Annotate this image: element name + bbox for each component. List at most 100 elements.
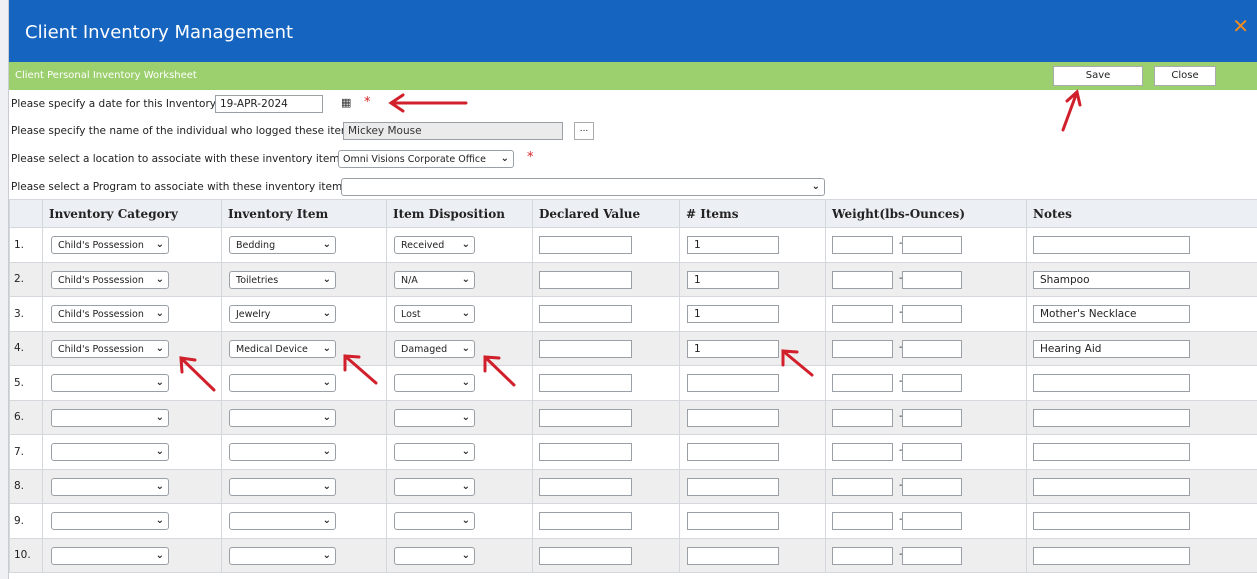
items-count-input[interactable]: [687, 408, 779, 427]
notes-input[interactable]: [1033, 477, 1190, 496]
category-select[interactable]: Child's Possession ⌄: [51, 236, 169, 254]
items-count-input[interactable]: [687, 477, 779, 496]
weight-lbs-input[interactable]: [832, 374, 893, 392]
notes-input[interactable]: Shampoo: [1033, 270, 1190, 289]
weight-ounces-input[interactable]: [902, 270, 962, 289]
item-select[interactable]: ⌄: [229, 443, 336, 461]
disposition-select[interactable]: Received ⌄: [394, 236, 475, 254]
date-field[interactable]: 19-APR-2024: [215, 95, 323, 113]
weight-lbs-input[interactable]: [832, 546, 893, 565]
declared-value-cell: [532, 330, 680, 366]
weight-ounces-input[interactable]: [902, 477, 962, 496]
category-select[interactable]: Child's Possession ⌄: [51, 339, 169, 358]
item-select[interactable]: Medical Device ⌄: [229, 339, 336, 358]
item-select[interactable]: ⌄: [229, 546, 336, 565]
weight-lbs-input[interactable]: [832, 512, 893, 530]
category-select[interactable]: ⌄: [51, 477, 169, 496]
notes-input[interactable]: [1033, 236, 1190, 254]
chevron-down-icon: ⌄: [461, 480, 470, 492]
category-select[interactable]: ⌄: [51, 443, 169, 461]
save-button[interactable]: Save: [1053, 66, 1143, 86]
category-cell: ⌄: [42, 503, 222, 539]
disposition-select[interactable]: Lost ⌄: [394, 305, 475, 323]
disposition-select[interactable]: ⌄: [394, 477, 475, 496]
category-select[interactable]: ⌄: [51, 546, 169, 565]
notes-input[interactable]: Mother's Necklace: [1033, 305, 1190, 323]
category-select[interactable]: ⌄: [51, 408, 169, 427]
weight-lbs-input[interactable]: [832, 236, 893, 254]
header-item: Inventory Item: [221, 199, 387, 228]
category-select[interactable]: Child's Possession ⌄: [51, 270, 169, 289]
weight-ounces-input[interactable]: [902, 374, 962, 392]
notes-input[interactable]: [1033, 443, 1190, 461]
weight-lbs-input[interactable]: [832, 270, 893, 289]
declared-value-input[interactable]: [539, 305, 632, 323]
location-select[interactable]: Omni Visions Corporate Office ⌄: [338, 150, 514, 168]
declared-value-input[interactable]: [539, 236, 632, 254]
disposition-select[interactable]: ⌄: [394, 374, 475, 392]
disposition-select[interactable]: Damaged ⌄: [394, 339, 475, 358]
item-select[interactable]: Bedding ⌄: [229, 236, 336, 254]
declared-value-input[interactable]: [539, 443, 632, 461]
disposition-select[interactable]: N/A ⌄: [394, 270, 475, 289]
weight-ounces-input[interactable]: [902, 236, 962, 254]
close-icon[interactable]: ✕: [1232, 14, 1249, 38]
items-count-cell: 1: [679, 330, 826, 366]
logged-by-field[interactable]: Mickey Mouse: [343, 122, 563, 140]
weight-ounces-input[interactable]: [902, 512, 962, 530]
disposition-select[interactable]: ⌄: [394, 546, 475, 565]
annotation-arrow: [388, 93, 468, 113]
notes-input[interactable]: Hearing Aid: [1033, 339, 1190, 358]
disposition-select[interactable]: ⌄: [394, 408, 475, 427]
item-select[interactable]: Jewelry ⌄: [229, 305, 336, 323]
items-count-input[interactable]: 1: [687, 339, 779, 358]
category-select[interactable]: ⌄: [51, 512, 169, 530]
weight-lbs-input[interactable]: [832, 339, 893, 358]
items-count-input[interactable]: [687, 546, 779, 565]
notes-input[interactable]: [1033, 408, 1190, 427]
declared-value-input[interactable]: [539, 512, 632, 530]
declared-value-input[interactable]: [539, 270, 632, 289]
disposition-select[interactable]: ⌄: [394, 443, 475, 461]
weight-lbs-input[interactable]: [832, 477, 893, 496]
weight-ounces-input[interactable]: [902, 443, 962, 461]
item-select[interactable]: Toiletries ⌄: [229, 270, 336, 289]
items-count-input[interactable]: [687, 374, 779, 392]
declared-value-input[interactable]: [539, 339, 632, 358]
weight-lbs-input[interactable]: [832, 305, 893, 323]
items-count-input[interactable]: 1: [687, 305, 779, 323]
declared-value-input[interactable]: [539, 477, 632, 496]
disposition-cell: ⌄: [386, 434, 533, 470]
close-button[interactable]: Close: [1154, 66, 1216, 86]
declared-value-input[interactable]: [539, 374, 632, 392]
items-count-input[interactable]: [687, 512, 779, 530]
notes-input[interactable]: [1033, 512, 1190, 530]
lookup-button[interactable]: ...: [574, 122, 594, 140]
disposition-select[interactable]: ⌄: [394, 512, 475, 530]
category-value: Child's Possession: [58, 274, 144, 286]
category-cell: ⌄: [42, 434, 222, 470]
declared-value-input[interactable]: [539, 546, 632, 565]
program-select[interactable]: ⌄: [341, 178, 825, 196]
items-count-input[interactable]: 1: [687, 270, 779, 289]
weight-ounces-input[interactable]: [902, 546, 962, 565]
weight-ounces-input[interactable]: [902, 408, 962, 427]
weight-lbs-input[interactable]: [832, 408, 893, 427]
calendar-icon[interactable]: ▦: [341, 96, 351, 109]
declared-value-input[interactable]: [539, 408, 632, 427]
item-select[interactable]: ⌄: [229, 374, 336, 392]
row-number: 2.: [9, 261, 43, 297]
weight-ounces-input[interactable]: [902, 339, 962, 358]
item-select[interactable]: ⌄: [229, 408, 336, 427]
items-count-input[interactable]: [687, 443, 779, 461]
item-cell: ⌄: [221, 399, 387, 435]
weight-lbs-input[interactable]: [832, 443, 893, 461]
item-select[interactable]: ⌄: [229, 512, 336, 530]
category-select[interactable]: Child's Possession ⌄: [51, 305, 169, 323]
items-count-input[interactable]: 1: [687, 236, 779, 254]
notes-input[interactable]: [1033, 374, 1190, 392]
notes-input[interactable]: [1033, 546, 1190, 565]
category-select[interactable]: ⌄: [51, 374, 169, 392]
weight-ounces-input[interactable]: [902, 305, 962, 323]
item-select[interactable]: ⌄: [229, 477, 336, 496]
